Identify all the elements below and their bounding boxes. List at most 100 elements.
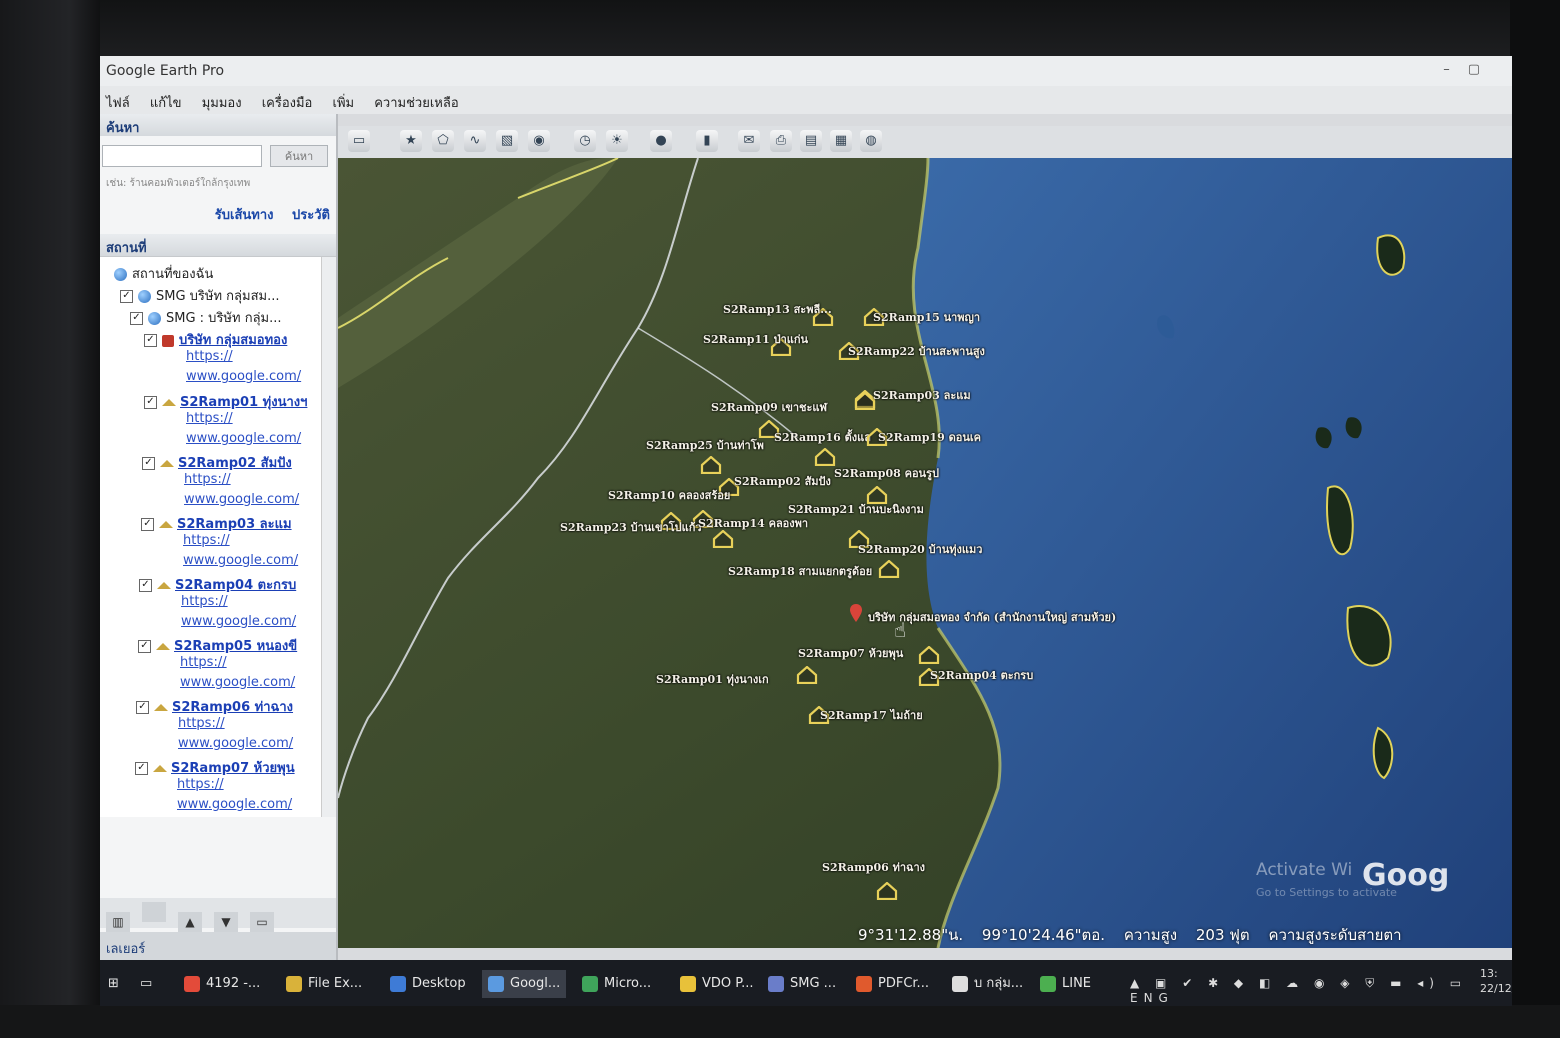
- menu-add[interactable]: เพิ่ม: [333, 92, 355, 113]
- taskbar-app-button[interactable]: Desktop: [390, 970, 466, 998]
- house-placemark-icon[interactable]: [814, 448, 836, 466]
- taskbar-app-button[interactable]: บ กลุ่ม...: [952, 970, 1023, 998]
- search-input[interactable]: [102, 145, 262, 167]
- taskbar-app-button[interactable]: Googl...: [482, 970, 567, 998]
- tree-item-link-2[interactable]: www.google.com/: [178, 736, 293, 751]
- tree-folder-smg-sub[interactable]: ✓ SMG : บริษัท กลุ่ม...: [130, 307, 282, 328]
- checkbox[interactable]: ✓: [144, 334, 157, 347]
- tree-item-ramp[interactable]: ✓ S2Ramp03 ละแม: [141, 513, 292, 534]
- checkbox[interactable]: ✓: [135, 762, 148, 775]
- tree-item-link-1[interactable]: https://: [183, 533, 230, 548]
- menu-file[interactable]: ไฟล์: [106, 92, 130, 113]
- tree-item-ramp[interactable]: ✓ S2Ramp05 หนองขี: [138, 635, 297, 656]
- sunlight-icon[interactable]: ☀: [606, 130, 628, 152]
- search-button[interactable]: ค้นหา: [270, 145, 328, 167]
- print-icon[interactable]: ⎙: [770, 130, 792, 152]
- sidebar-toggle-icon[interactable]: ▭: [348, 130, 370, 152]
- placemark-label[interactable]: S2Ramp07 ห้วยพุน: [798, 644, 903, 662]
- checkbox[interactable]: ✓: [144, 396, 157, 409]
- taskbar-app-button[interactable]: SMG ...: [768, 970, 836, 998]
- add-polygon-icon[interactable]: ⬠: [432, 130, 454, 152]
- map-view[interactable]: S2Ramp13 สะพลี... S2Ramp15 นาพญา S2Ramp11 …: [338, 158, 1512, 948]
- placemark-label[interactable]: S2Ramp01 ทุ่งนางเก: [656, 670, 769, 688]
- input-language[interactable]: ENG: [1130, 991, 1174, 1005]
- menu-tools[interactable]: เครื่องมือ: [262, 92, 313, 113]
- house-placemark-icon[interactable]: [876, 882, 898, 900]
- placemark-label[interactable]: S2Ramp17 ไมถ้าย: [820, 706, 923, 724]
- house-placemark-icon[interactable]: [918, 646, 940, 664]
- search-panel-header[interactable]: ค้นหา: [100, 114, 336, 136]
- placemark-label[interactable]: S2Ramp10 คลองสร้อย: [608, 486, 730, 504]
- menu-help[interactable]: ความช่วยเหลือ: [374, 92, 458, 113]
- tree-item-link-1[interactable]: https://: [184, 472, 231, 487]
- layers-panel-header[interactable]: เลเยอร์: [100, 932, 336, 960]
- house-placemark-icon[interactable]: [878, 560, 900, 578]
- checkbox[interactable]: ✓: [138, 640, 151, 653]
- company-link-1[interactable]: https://: [186, 349, 233, 364]
- taskbar-app-button[interactable]: PDFCr...: [856, 970, 929, 998]
- blank-button[interactable]: [142, 902, 166, 922]
- menu-edit[interactable]: แก้ไข: [150, 92, 182, 113]
- task-view-icon[interactable]: ⊞: [108, 970, 119, 998]
- tree-folder-smg[interactable]: ✓ SMG บริษัท กลุ่มสม...: [120, 285, 280, 306]
- tree-item-link-1[interactable]: https://: [180, 655, 227, 670]
- placemark-label[interactable]: S2Ramp02 สัมปัง: [734, 472, 831, 490]
- earth-icon[interactable]: ◍: [860, 130, 882, 152]
- house-placemark-icon[interactable]: [796, 666, 818, 684]
- placemark-label[interactable]: S2Ramp09 เขาชะแฬ: [711, 398, 827, 416]
- placemark-label[interactable]: S2Ramp19 ดอนเค: [878, 428, 981, 446]
- tree-item-ramp[interactable]: ✓ S2Ramp01 ทุ่งนางฯ: [144, 391, 307, 412]
- save-image-icon[interactable]: ▤: [800, 130, 822, 152]
- placemark-label[interactable]: S2Ramp03 ละแม: [873, 386, 971, 404]
- tree-item-ramp[interactable]: ✓ S2Ramp06 ท่าฉาง: [136, 696, 293, 717]
- checkbox[interactable]: ✓: [130, 312, 143, 325]
- tree-item-company[interactable]: ✓ บริษัท กลุ่มสมอทอง: [144, 329, 287, 350]
- view-in-maps-icon[interactable]: ▦: [830, 130, 852, 152]
- house-placemark-icon[interactable]: [712, 530, 734, 548]
- checkbox[interactable]: ✓: [120, 290, 133, 303]
- tree-item-link-1[interactable]: https://: [178, 716, 225, 731]
- email-icon[interactable]: ✉: [738, 130, 760, 152]
- tree-scrollbar[interactable]: [321, 257, 336, 817]
- tree-my-places[interactable]: สถานที่ของฉัน: [114, 263, 213, 284]
- taskbar-app-button[interactable]: LINE: [1040, 970, 1091, 998]
- clock[interactable]: 13: 22/12/: [1480, 966, 1512, 996]
- placemark-label[interactable]: S2Ramp14 คลองพา: [698, 514, 808, 532]
- panel-toggle-icon[interactable]: ▥: [106, 912, 130, 932]
- placemark-label[interactable]: S2Ramp22 บ้านสะพานสูง: [848, 342, 985, 360]
- tree-item-link-1[interactable]: https://: [181, 594, 228, 609]
- move-down-icon[interactable]: ▼: [214, 912, 238, 932]
- taskbar-app-button[interactable]: File Ex...: [286, 970, 362, 998]
- placemark-label[interactable]: S2Ramp06 ท่าฉาง: [822, 858, 925, 876]
- system-tray[interactable]: ▲ ▣ ✔ ✱ ◆ ◧ ☁ ◉ ◈ ⛨ ▬ ◂) ▭ ENG: [1130, 976, 1512, 1005]
- move-up-icon[interactable]: ▲: [178, 912, 202, 932]
- tree-item-ramp[interactable]: ✓ S2Ramp04 ตะกรบ: [139, 574, 296, 595]
- hq-pin-icon[interactable]: [850, 604, 862, 622]
- tree-item-link-2[interactable]: www.google.com/: [183, 553, 298, 568]
- tree-item-ramp[interactable]: ✓ S2Ramp07 ห้วยพุน: [135, 757, 295, 778]
- tree-item-link-2[interactable]: www.google.com/: [177, 797, 292, 812]
- image-overlay-icon[interactable]: ▧: [496, 130, 518, 152]
- menu-view[interactable]: มุมมอง: [202, 92, 242, 113]
- checkbox[interactable]: ✓: [136, 701, 149, 714]
- historical-imagery-icon[interactable]: ◷: [574, 130, 596, 152]
- placemark-label[interactable]: S2Ramp08 คอนรูป: [834, 464, 939, 482]
- placemark-label[interactable]: S2Ramp18 สามแยกตรูด้อย: [728, 562, 872, 580]
- tree-item-link-2[interactable]: www.google.com/: [184, 492, 299, 507]
- tree-item-link-2[interactable]: www.google.com/: [180, 675, 295, 690]
- taskview-button[interactable]: ▭: [140, 970, 152, 998]
- taskbar-app-button[interactable]: VDO P...: [680, 970, 753, 998]
- placemark-label[interactable]: S2Ramp23 บ้านเขาโปแก้ว: [560, 518, 702, 536]
- checkbox[interactable]: ✓: [141, 518, 154, 531]
- placemark-label[interactable]: S2Ramp11 ป่าแก่น: [703, 330, 808, 348]
- ruler-icon[interactable]: ▮: [696, 130, 718, 152]
- places-tree[interactable]: สถานที่ของฉัน ✓ SMG บริษัท กลุ่มสม... ✓ SM…: [100, 256, 336, 817]
- history-link[interactable]: ประวัติ: [292, 208, 330, 223]
- add-placemark-icon[interactable]: ★: [400, 130, 422, 152]
- placemark-label[interactable]: S2Ramp16 ตั้งแล: [774, 428, 871, 446]
- tree-item-link-1[interactable]: https://: [177, 777, 224, 792]
- directions-link[interactable]: รับเส้นทาง: [215, 208, 274, 223]
- checkbox[interactable]: ✓: [139, 579, 152, 592]
- placemark-label[interactable]: S2Ramp21 บ้านบะนิงงาม: [788, 500, 924, 518]
- tree-item-ramp[interactable]: ✓ S2Ramp02 สัมปัง: [142, 452, 292, 473]
